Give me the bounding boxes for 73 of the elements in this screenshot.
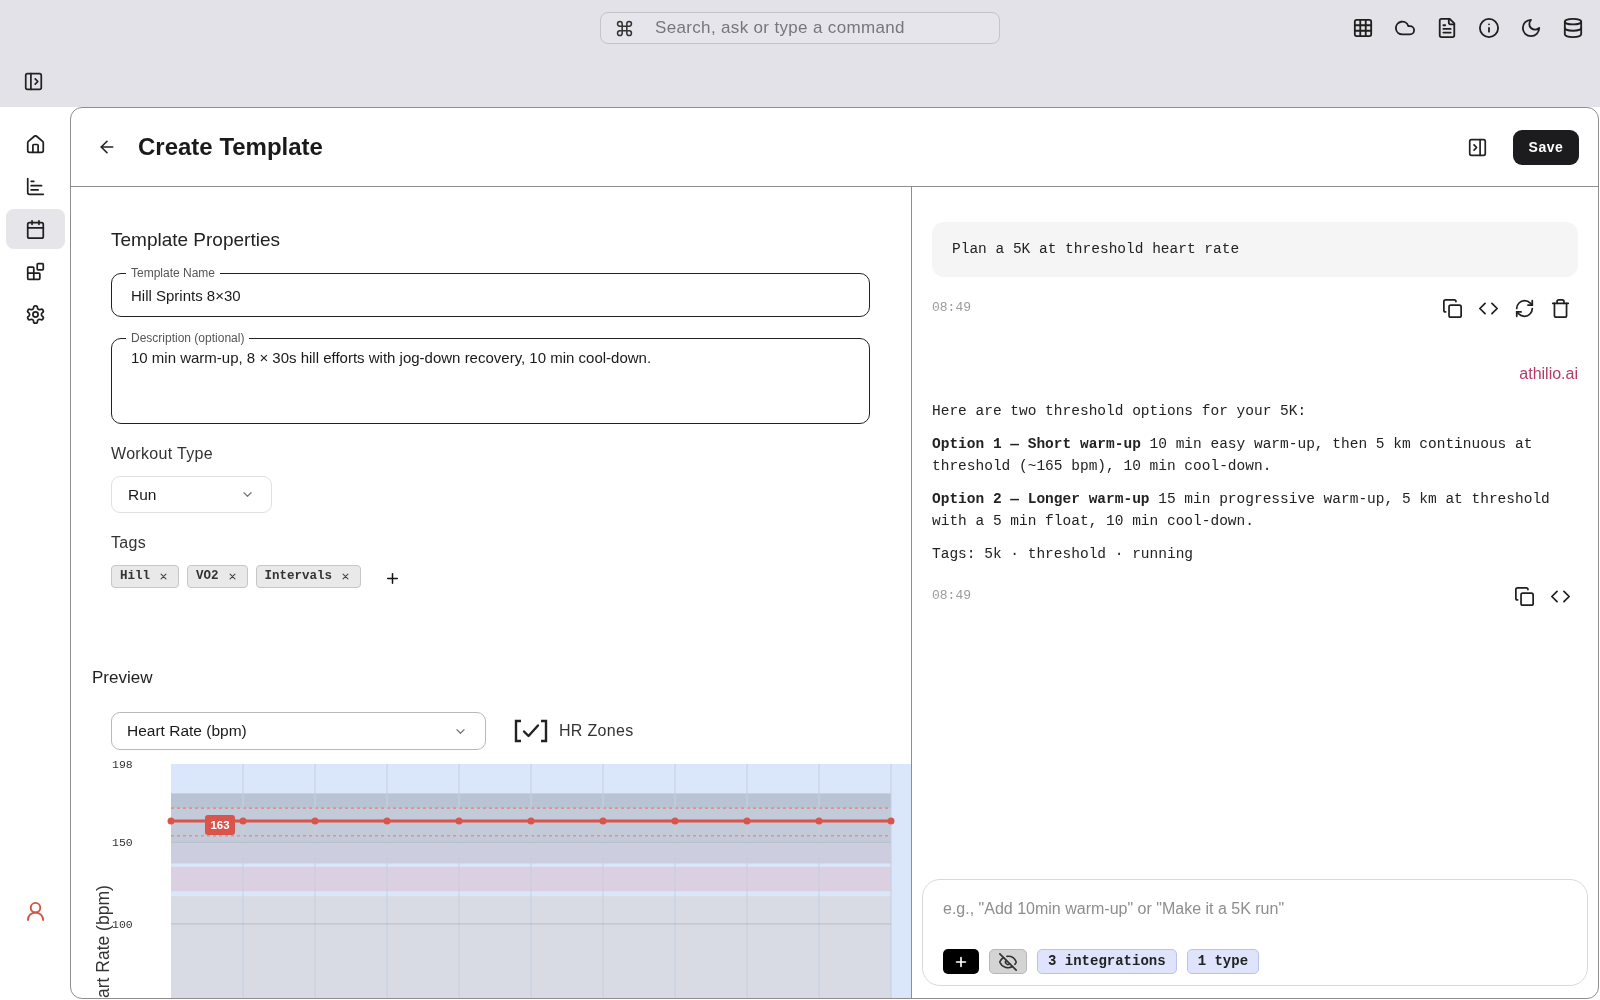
search-field[interactable]: Search, ask or type a command bbox=[600, 12, 1000, 44]
data-point bbox=[815, 817, 823, 825]
checkbox[interactable] bbox=[514, 719, 548, 743]
trash-icon[interactable] bbox=[1551, 298, 1570, 318]
checkbox-label: HR Zones bbox=[559, 721, 634, 741]
context-chip[interactable]: 3 integrations bbox=[1037, 949, 1177, 974]
page-title: Create Template bbox=[138, 132, 323, 162]
timestamp: 08:49 bbox=[932, 587, 971, 606]
section-heading: Preview bbox=[92, 667, 153, 689]
bar-chart-icon bbox=[25, 177, 45, 196]
add-button[interactable] bbox=[943, 949, 979, 974]
tag-text: Intervals bbox=[264, 569, 333, 584]
remove-icon[interactable] bbox=[227, 572, 237, 581]
data-point bbox=[671, 817, 679, 825]
remove-icon[interactable] bbox=[159, 572, 168, 581]
panel-toggle-icon[interactable] bbox=[1468, 137, 1487, 157]
data-point bbox=[743, 817, 751, 825]
table-icon[interactable] bbox=[1353, 18, 1373, 38]
eye-off-icon bbox=[999, 952, 1017, 971]
axis-title: art Rate (bpm) bbox=[92, 885, 113, 998]
nav-button[interactable] bbox=[5, 209, 65, 249]
message-input[interactable]: e.g., "Add 10min warm-up" or "Make it a 5K run" bbox=[943, 897, 1567, 921]
data-point bbox=[311, 817, 319, 825]
sidebar-toggle-icon[interactable] bbox=[24, 72, 43, 91]
copy-icon[interactable] bbox=[1443, 298, 1462, 318]
document-icon[interactable] bbox=[1437, 18, 1457, 38]
back-arrow-icon[interactable] bbox=[98, 138, 116, 156]
message-text: Option 2 — Longer warm-up 15 min progressive warm-up, 5 km at threshold with a 5 min float, 10 min cool-down. bbox=[932, 490, 1551, 531]
user-icon[interactable] bbox=[24, 901, 46, 922]
plus-icon bbox=[954, 954, 968, 969]
field-label: Description (optional) bbox=[126, 331, 250, 345]
field-label: Template Name bbox=[126, 266, 221, 280]
axis-tick-label: 150 bbox=[112, 836, 133, 850]
workout-type-select[interactable]: Run bbox=[111, 476, 272, 513]
author-name: athilio.ai bbox=[1519, 364, 1578, 384]
cloud-icon[interactable] bbox=[1395, 18, 1415, 38]
moon-icon[interactable] bbox=[1521, 18, 1541, 38]
save-button[interactable]: Save bbox=[1513, 129, 1579, 165]
tag-text: VO2 bbox=[196, 569, 219, 584]
metric-select[interactable]: Heart Rate (bpm) bbox=[111, 712, 486, 750]
section-heading: Template Properties bbox=[111, 228, 280, 252]
blocks-icon bbox=[25, 262, 45, 281]
remove-icon[interactable] bbox=[341, 572, 351, 581]
tag-text: Hill bbox=[120, 569, 150, 584]
data-point bbox=[383, 817, 391, 825]
home-icon bbox=[25, 134, 45, 154]
axis-tick-label: 100 bbox=[112, 917, 133, 931]
axis-tick-label: 198 bbox=[112, 758, 133, 771]
data-point bbox=[599, 817, 607, 825]
database-icon[interactable] bbox=[1563, 18, 1583, 38]
field-label: Tags bbox=[111, 533, 147, 553]
command-icon bbox=[616, 19, 633, 37]
annotation: 163 bbox=[210, 819, 230, 832]
add-icon[interactable] bbox=[385, 570, 401, 586]
refresh-icon[interactable] bbox=[1515, 298, 1534, 318]
visibility-button[interactable] bbox=[989, 949, 1027, 974]
timestamp: 08:49 bbox=[932, 299, 971, 318]
context-chip[interactable]: 1 type bbox=[1186, 949, 1260, 974]
field-label: Workout Type bbox=[111, 444, 213, 464]
data-point bbox=[527, 817, 535, 825]
settings-icon bbox=[25, 304, 45, 324]
message-text: Tags: 5k · threshold · running bbox=[932, 545, 1195, 564]
message-text: Option 1 — Short warm-up 10 min easy warm-up, then 5 km continuous at threshold (~165 bpm), 10 min cool-down. bbox=[932, 435, 1534, 476]
data-point bbox=[455, 817, 463, 825]
message-bubble: Plan a 5K at threshold heart rate bbox=[932, 222, 1578, 277]
copy-icon[interactable] bbox=[1515, 586, 1534, 606]
info-icon[interactable] bbox=[1479, 18, 1499, 38]
data-point bbox=[887, 817, 895, 825]
calendar-icon bbox=[25, 219, 45, 239]
data-point bbox=[239, 817, 247, 825]
data-point bbox=[167, 817, 175, 825]
message-text: Here are two threshold options for your 5K: bbox=[932, 402, 1308, 421]
data-label: 163 bbox=[205, 815, 235, 836]
